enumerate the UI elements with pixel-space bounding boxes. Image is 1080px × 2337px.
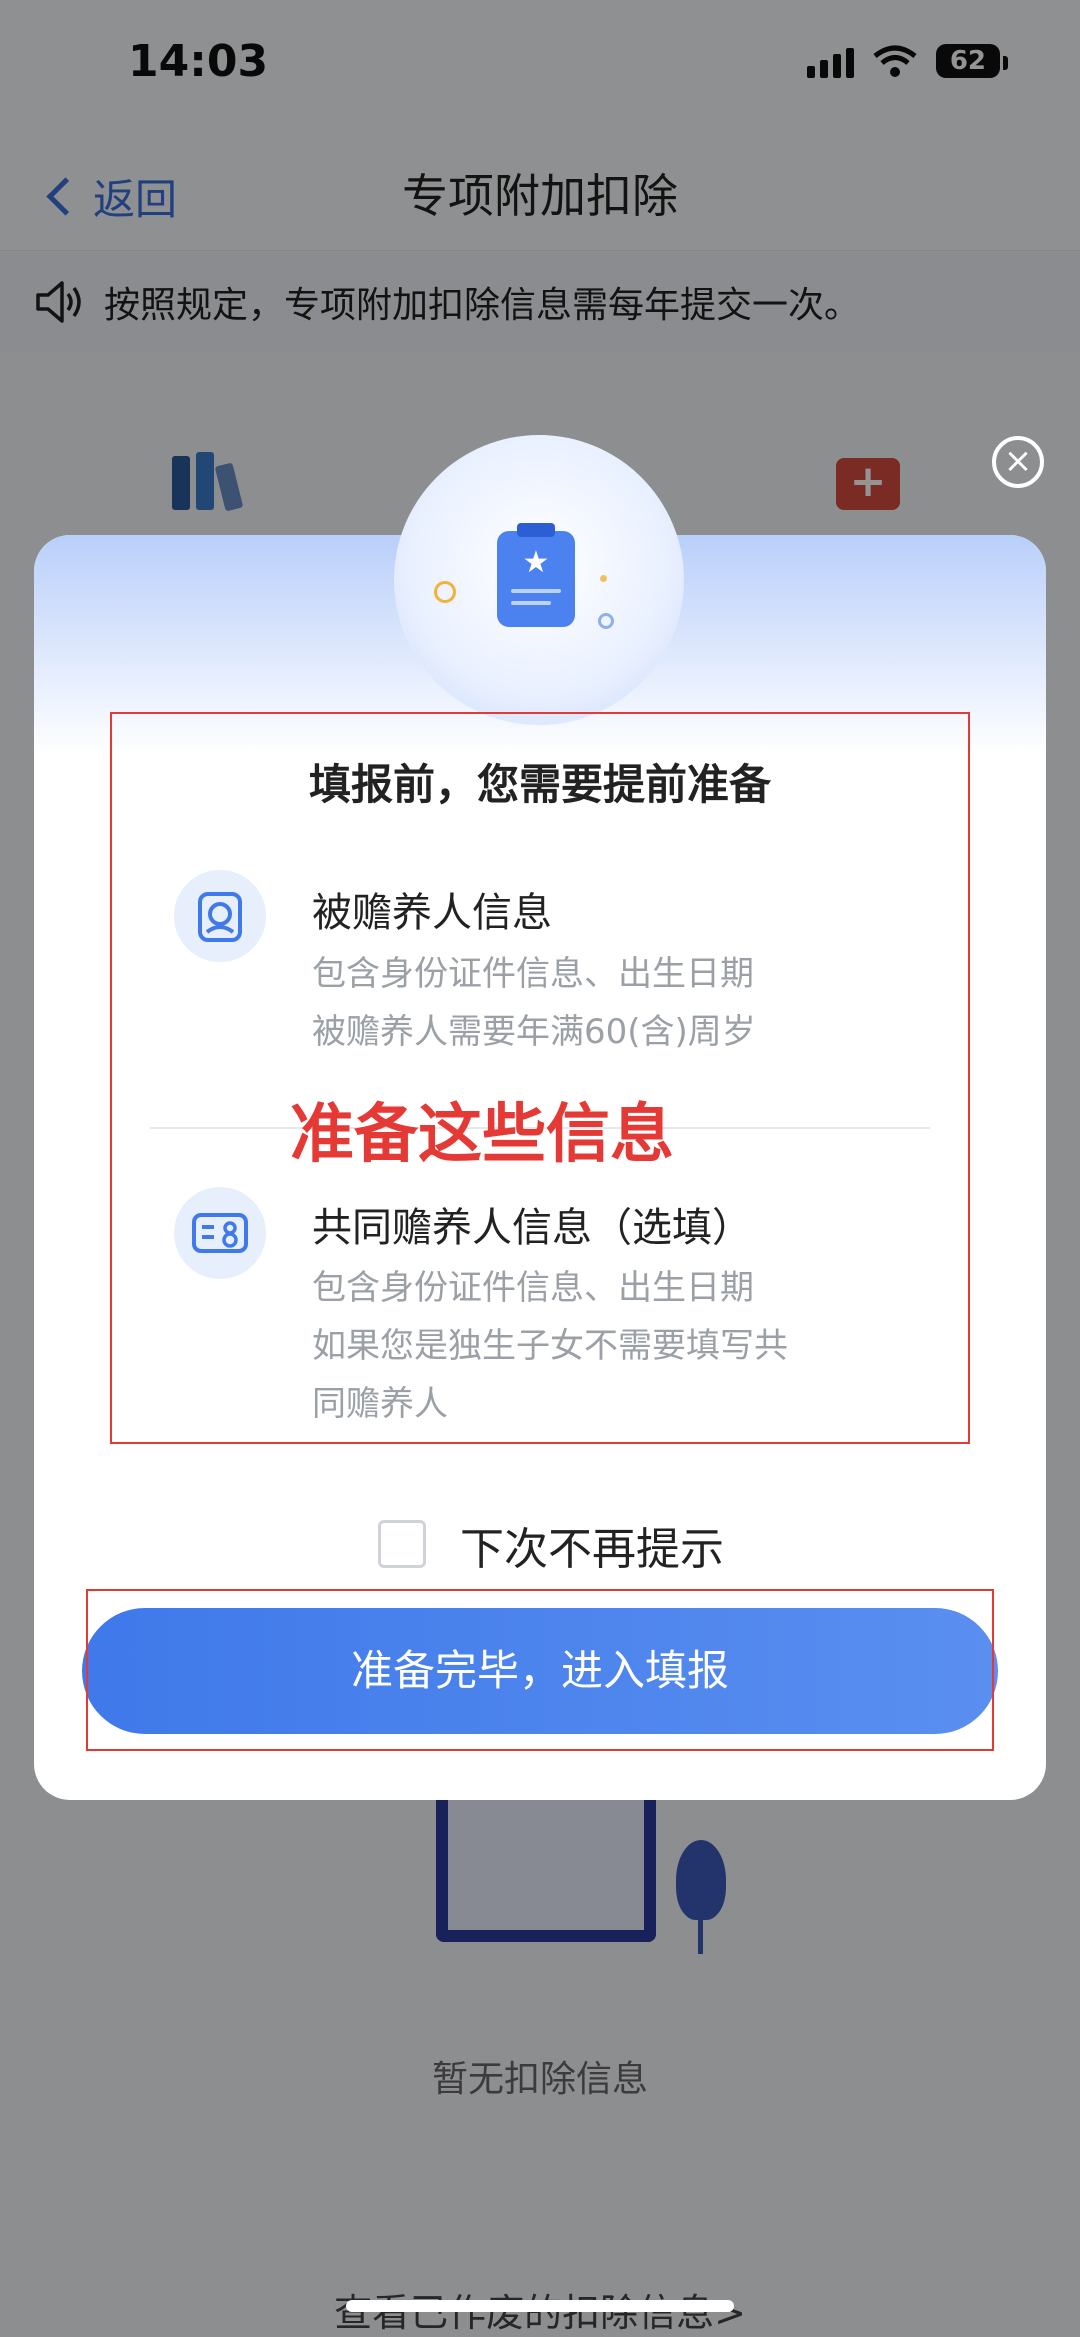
annotation-button-highlight bbox=[86, 1589, 994, 1751]
annotation-label: 准备这些信息 bbox=[290, 1098, 674, 1172]
item-co-supporter-desc-2: 如果您是独生子女不需要填写共 bbox=[312, 1326, 788, 1366]
clipboard-star-icon: ★ bbox=[497, 523, 575, 627]
item-dependent-desc-2: 被赡养人需要年满60(含)周岁 bbox=[312, 1012, 756, 1052]
dont-remind-checkbox[interactable] bbox=[378, 1520, 426, 1568]
dialog-badge: ★ bbox=[394, 435, 684, 725]
item-co-supporter-desc-3: 同赡养人 bbox=[312, 1384, 448, 1424]
item-co-supporter-desc-1: 包含身份证件信息、出生日期 bbox=[312, 1268, 754, 1308]
close-icon: × bbox=[1003, 441, 1033, 481]
dialog-title: 填报前，您需要提前准备 bbox=[308, 760, 771, 809]
prep-dialog: ★ 填报前，您需要提前准备 被赡养人信息 包含身份证件信息、出生日期 被赡养人需… bbox=[34, 435, 1046, 1800]
item-dependent-desc-1: 包含身份证件信息、出生日期 bbox=[312, 954, 754, 994]
id-card-icon bbox=[174, 1187, 266, 1279]
close-button[interactable]: × bbox=[992, 436, 1044, 488]
item-co-supporter-title: 共同赡养人信息（选填） bbox=[312, 1205, 752, 1251]
item-dependent-title: 被赡养人信息 bbox=[312, 890, 552, 936]
id-card-avatar-icon bbox=[174, 870, 266, 962]
home-indicator bbox=[346, 2300, 734, 2312]
dont-remind-label[interactable]: 下次不再提示 bbox=[460, 1513, 724, 1577]
